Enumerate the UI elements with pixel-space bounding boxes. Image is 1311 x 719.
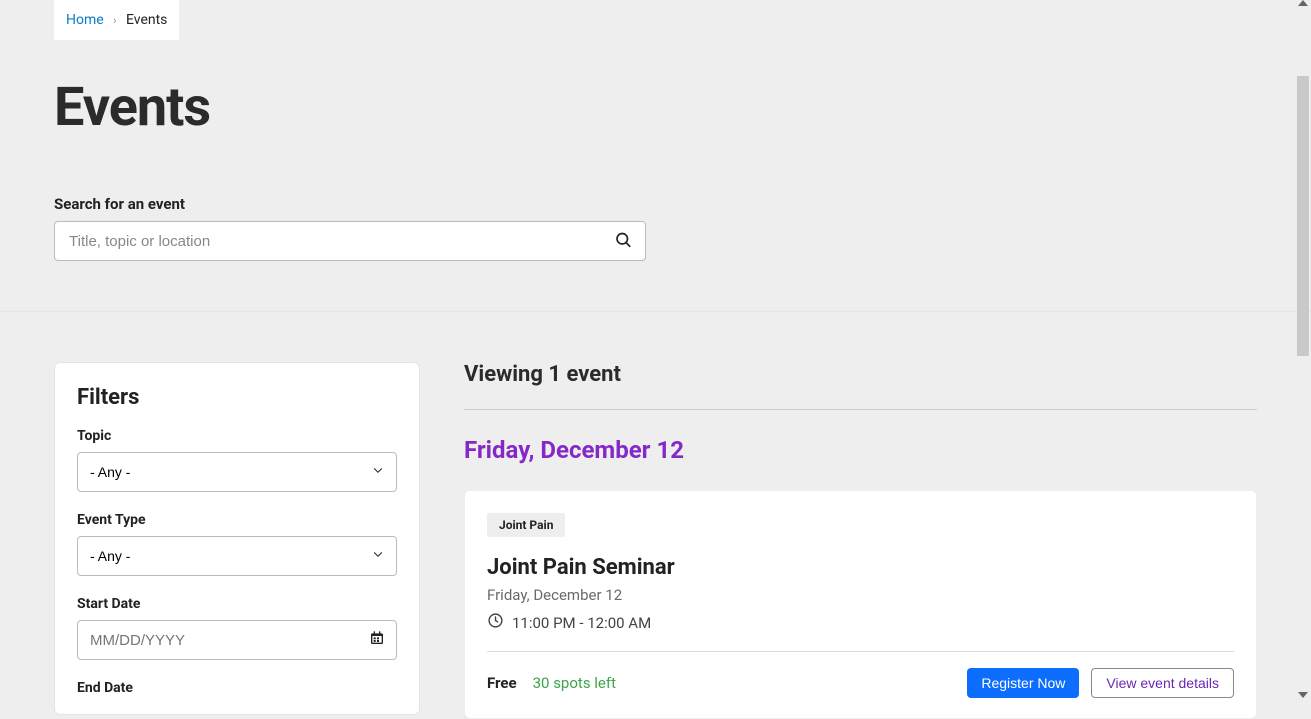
register-button[interactable]: Register Now [967, 668, 1079, 698]
event-time-row: 11:00 PM - 12:00 AM [487, 612, 1234, 652]
event-price: Free [487, 674, 517, 692]
filter-end-date: End Date [77, 680, 397, 696]
filters-panel: Filters Topic - Any - Event Type - Any - [54, 362, 420, 715]
filter-topic-label: Topic [77, 428, 397, 444]
results-heading: Viewing 1 event [464, 362, 1257, 410]
event-date: Friday, December 12 [487, 586, 1234, 604]
price-spots: Free 30 spots left [487, 674, 616, 692]
results-area: Viewing 1 event Friday, December 12 Join… [464, 362, 1257, 719]
header-area: Home › Events Events Search for an event [0, 0, 1311, 311]
filter-event-type-label: Event Type [77, 512, 397, 528]
chevron-right-icon: › [113, 14, 116, 27]
event-time: 11:00 PM - 12:00 AM [512, 614, 651, 632]
filter-end-date-label: End Date [77, 680, 397, 696]
event-spots: 30 spots left [533, 674, 616, 692]
scroll-down-icon[interactable] [1298, 692, 1308, 698]
scrollbar[interactable] [1295, 0, 1311, 698]
filter-event-type: Event Type - Any - [77, 512, 397, 576]
filter-start-date: Start Date [77, 596, 397, 660]
search-label: Search for an event [54, 195, 1257, 213]
view-details-button[interactable]: View event details [1091, 668, 1234, 698]
clock-icon [487, 612, 504, 633]
search-input[interactable] [54, 221, 646, 261]
breadcrumb: Home › Events [54, 0, 179, 40]
search-icon [614, 231, 632, 249]
scroll-thumb[interactable] [1297, 76, 1309, 356]
event-title: Joint Pain Seminar [487, 555, 1234, 580]
main-area: Filters Topic - Any - Event Type - Any - [0, 312, 1311, 719]
search-wrapper [54, 221, 646, 261]
search-button[interactable] [610, 227, 636, 256]
breadcrumb-current: Events [126, 12, 167, 28]
scroll-up-icon[interactable] [1298, 0, 1308, 6]
page-title: Events [54, 76, 1257, 139]
filter-start-date-input[interactable] [77, 620, 397, 660]
day-heading: Friday, December 12 [464, 436, 1257, 464]
filter-topic: Topic - Any - [77, 428, 397, 492]
event-card: Joint Pain Joint Pain Seminar Friday, De… [464, 490, 1257, 719]
event-tag[interactable]: Joint Pain [487, 513, 565, 537]
filter-event-type-select[interactable]: - Any - [77, 536, 397, 576]
filters-heading: Filters [77, 385, 397, 410]
event-footer: Free 30 spots left Register Now View eve… [487, 668, 1234, 698]
breadcrumb-home-link[interactable]: Home [66, 12, 104, 28]
filter-topic-select[interactable]: - Any - [77, 452, 397, 492]
event-actions: Register Now View event details [967, 668, 1234, 698]
filter-start-date-label: Start Date [77, 596, 397, 612]
